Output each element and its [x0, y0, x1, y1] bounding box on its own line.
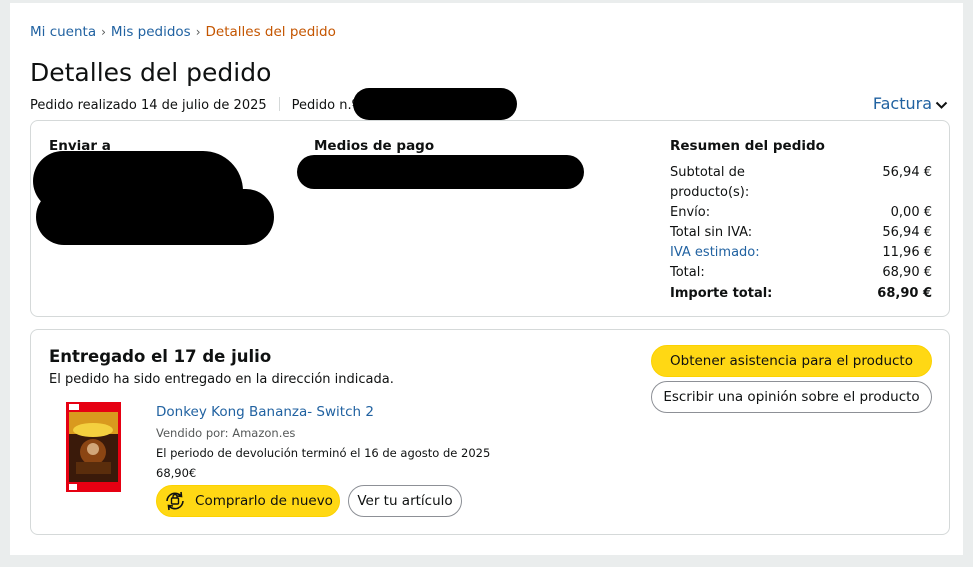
summary-value: 0,00 € [890, 205, 932, 220]
summary-row: Envío: 0,00 € [670, 203, 932, 223]
order-details-page: Mi cuenta › Mis pedidos › Detalles del pedid… [10, 3, 963, 555]
product-seller: Vendido por: Amazon.es [156, 426, 296, 440]
summary-label: Envío: [670, 205, 711, 220]
return-window-note: El periodo de devolución terminó el 16 d… [156, 446, 491, 460]
summary-row: Total sin IVA: 56,94 € [670, 223, 932, 243]
shipment-box: Entregado el 17 de julio El pedido ha si… [30, 329, 950, 535]
summary-label: Importe total: [670, 286, 773, 301]
order-info-box: Enviar a Medios de pago Resumen del pedi… [30, 120, 950, 317]
redacted-payment-method [297, 155, 584, 189]
breadcrumb-separator: › [101, 25, 106, 39]
summary-label: Subtotal de producto(s): [670, 165, 750, 200]
redacted-order-number [353, 88, 517, 120]
breadcrumb-my-orders[interactable]: Mis pedidos [111, 24, 191, 40]
summary-value: 68,90 € [877, 286, 932, 301]
breadcrumb-my-account[interactable]: Mi cuenta [30, 24, 96, 40]
summary-grand-total: Importe total: 68,90 € [670, 284, 932, 304]
summary-row: Subtotal de producto(s): 56,94 € [670, 163, 932, 203]
meta-divider [278, 97, 280, 111]
chevron-down-icon [935, 101, 948, 109]
breadcrumb-current: Detalles del pedido [205, 24, 336, 40]
invoice-dropdown[interactable]: Factura [873, 94, 948, 113]
order-date: Pedido realizado 14 de julio de 2025 [30, 98, 267, 113]
summary-value: 11,96 € [882, 245, 932, 260]
breadcrumb: Mi cuenta › Mis pedidos › Detalles del pedid… [30, 24, 336, 40]
product-image[interactable] [66, 402, 121, 492]
delivery-status-title: Entregado el 17 de julio [49, 347, 272, 366]
order-number-label: Pedido n.º [291, 98, 358, 113]
summary-value: 68,90 € [882, 265, 932, 280]
buy-again-label: Comprarlo de nuevo [195, 493, 333, 509]
summary-row: IVA estimado: 11,96 € [670, 243, 932, 263]
breadcrumb-separator: › [195, 25, 201, 39]
summary-label: Total sin IVA: [670, 225, 753, 240]
buy-again-button[interactable]: Comprarlo de nuevo [156, 485, 340, 517]
product-price: 68,90€ [156, 466, 197, 480]
summary-label: Total: [670, 265, 705, 280]
get-product-support-button[interactable]: Obtener asistencia para el producto [651, 345, 932, 377]
redacted-shipping-address [36, 189, 274, 245]
page-title: Detalles del pedido [30, 58, 272, 87]
payment-title: Medios de pago [314, 138, 435, 154]
invoice-label: Factura [872, 94, 932, 113]
write-review-button[interactable]: Escribir una opinión sobre el producto [651, 381, 932, 413]
delivery-status-subtitle: El pedido ha sido entregado en la direcc… [49, 372, 394, 387]
summary-value: 56,94 € [882, 165, 932, 180]
summary-value: 56,94 € [882, 225, 932, 240]
view-item-button[interactable]: Ver tu artículo [348, 485, 462, 517]
order-summary: Subtotal de producto(s): 56,94 € Envío: 0,… [670, 163, 932, 304]
summary-title: Resumen del pedido [670, 138, 825, 154]
estimated-vat-link[interactable]: IVA estimado: [670, 243, 760, 263]
summary-row: Total: 68,90 € [670, 263, 932, 283]
order-meta: Pedido realizado 14 de julio de 2025 Pedi… [30, 97, 358, 113]
buy-again-icon [166, 491, 184, 511]
product-title-link[interactable]: Donkey Kong Bananza- Switch 2 [156, 404, 374, 420]
